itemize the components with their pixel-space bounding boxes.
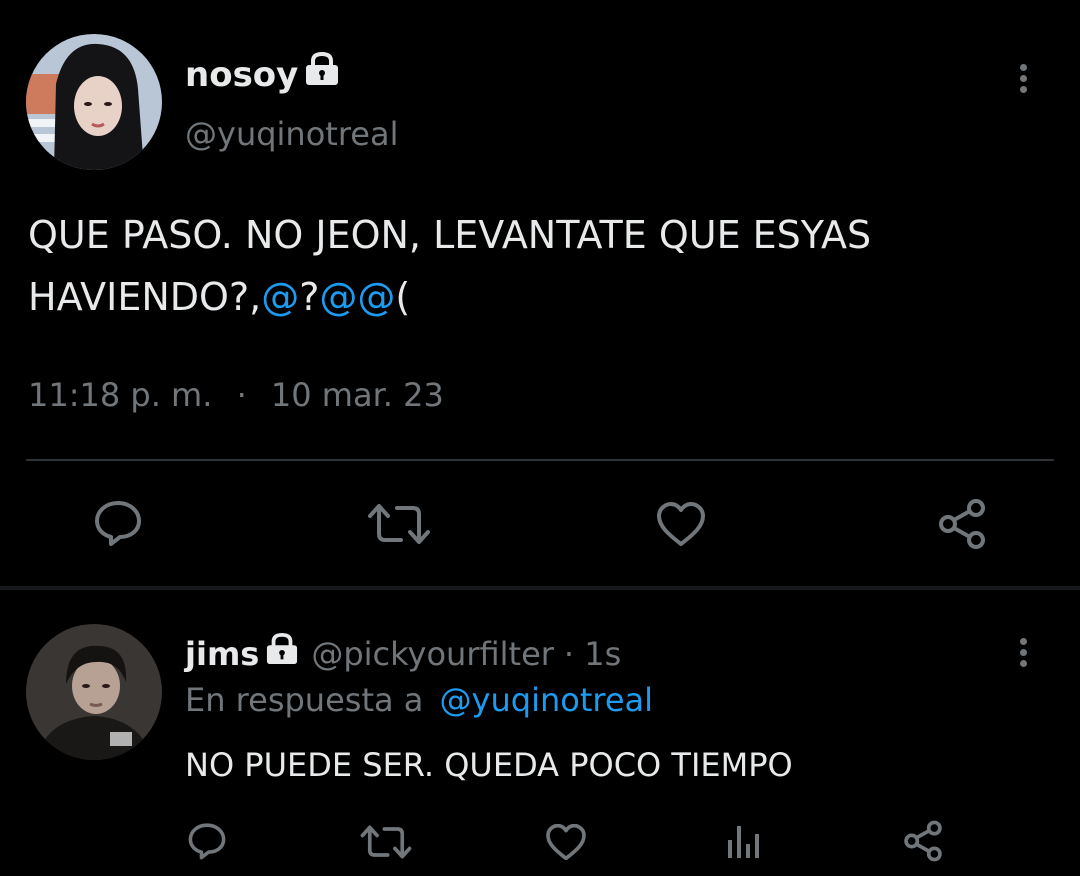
tweet-age[interactable]: · 1s <box>564 632 621 676</box>
analytics-icon[interactable] <box>726 824 760 860</box>
tweet-text-body: QUE PASO. NO JEON, LEVANTATE QUE ESYAS H… <box>28 213 872 319</box>
display-name-text[interactable]: nosoy <box>185 53 298 97</box>
handle[interactable]: @pickyourfilter <box>311 632 554 676</box>
like-icon[interactable] <box>656 502 706 546</box>
tweet-text: QUE PASO. NO JEON, LEVANTATE QUE ESYAS H… <box>28 204 1028 328</box>
separator-dot: · <box>236 376 247 414</box>
more-options-icon[interactable] <box>1020 634 1027 671</box>
like-icon[interactable] <box>545 824 587 860</box>
more-options-icon[interactable] <box>1020 60 1027 97</box>
section-separator <box>0 586 1080 590</box>
replying-to-label: En respuesta a <box>185 681 424 719</box>
mention-link[interactable]: @@ <box>319 275 395 319</box>
mention-link[interactable]: @yuqinotreal <box>440 681 653 719</box>
time[interactable]: 11:18 p. m. <box>28 376 212 414</box>
retweet-icon[interactable] <box>367 502 431 546</box>
display-name[interactable]: nosoy <box>185 51 340 97</box>
avatar-nosoy[interactable] <box>26 34 162 170</box>
reply-header: jims @pickyourfilter · 1s <box>185 632 621 676</box>
reply-icon[interactable] <box>187 822 227 860</box>
mention-link[interactable]: @ <box>261 275 299 319</box>
tweet-text-end: ( <box>395 275 411 319</box>
retweet-icon[interactable] <box>360 824 412 860</box>
lock-icon <box>265 632 299 676</box>
date[interactable]: 10 mar. 23 <box>271 376 444 414</box>
reply-icon[interactable] <box>93 499 143 547</box>
tweet-text-mid: ? <box>299 275 320 319</box>
display-name[interactable]: jims <box>185 632 259 676</box>
timestamp[interactable]: 11:18 p. m. · 10 mar. 23 <box>28 372 444 418</box>
lock-icon <box>304 51 340 97</box>
share-icon[interactable] <box>902 820 944 862</box>
replying-to: En respuesta a @yuqinotreal <box>185 678 653 722</box>
divider <box>26 459 1054 461</box>
reply-text: NO PUEDE SER. QUEDA POCO TIEMPO <box>185 746 793 784</box>
share-icon[interactable] <box>936 498 988 550</box>
avatar-jims[interactable] <box>26 624 162 760</box>
handle[interactable]: @yuqinotreal <box>185 112 398 156</box>
